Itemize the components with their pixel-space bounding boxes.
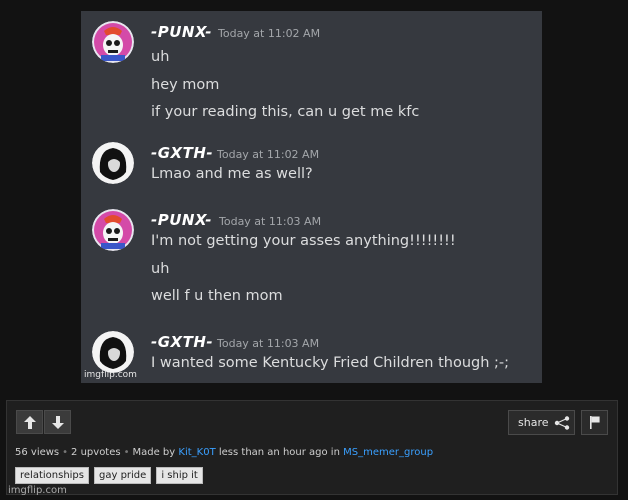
stream-link[interactable]: MS_memer_group bbox=[343, 447, 433, 458]
timestamp: Today at 11:03 AM bbox=[219, 215, 322, 228]
username: -PUNX- bbox=[151, 23, 212, 41]
post-time: less than an hour ago in bbox=[218, 447, 340, 458]
tag-gay-pride[interactable]: gay pride bbox=[94, 467, 152, 484]
views-count: 56 views bbox=[15, 447, 60, 458]
goth-avatar bbox=[92, 142, 134, 184]
message-line: hey mom bbox=[151, 77, 220, 93]
username: -GXTH- bbox=[151, 144, 214, 162]
timestamp: Today at 11:02 AM bbox=[218, 27, 321, 40]
skull-avatar bbox=[92, 21, 134, 63]
share-button[interactable]: share bbox=[508, 410, 575, 435]
goth-avatar bbox=[92, 331, 134, 373]
share-label: share bbox=[518, 416, 549, 429]
username: -PUNX- bbox=[151, 211, 212, 229]
timestamp: Today at 11:02 AM bbox=[217, 148, 320, 161]
arrow-down-icon bbox=[51, 415, 64, 429]
image-watermark: imgflip.com bbox=[84, 370, 137, 380]
flag-button[interactable] bbox=[581, 410, 608, 435]
message-line: uh bbox=[151, 49, 170, 65]
upvotes-count: 2 upvotes bbox=[71, 447, 121, 458]
upvote-button[interactable] bbox=[16, 410, 43, 434]
author-link[interactable]: Kit_K0T bbox=[178, 447, 215, 458]
message-line: if your reading this, can u get me kfc bbox=[151, 104, 420, 120]
arrow-up-icon bbox=[23, 415, 36, 429]
flag-icon bbox=[589, 416, 600, 429]
tag-i-ship-it[interactable]: i ship it bbox=[156, 467, 203, 484]
message-line: uh bbox=[151, 261, 170, 277]
tag-list: relationships gay pride i ship it bbox=[15, 467, 203, 484]
username: -GXTH- bbox=[151, 333, 214, 351]
tag-relationships[interactable]: relationships bbox=[15, 467, 89, 484]
share-icon bbox=[554, 415, 569, 430]
message-line: I wanted some Kentucky Fried Children th… bbox=[151, 355, 510, 371]
meme-meta: 56 views • 2 upvotes • Made by Kit_K0T less … bbox=[15, 447, 434, 458]
message-line: well f u then mom bbox=[151, 288, 283, 304]
skull-avatar bbox=[92, 209, 134, 251]
message-line: I'm not getting your asses anything!!!!!… bbox=[151, 233, 456, 249]
downvote-button[interactable] bbox=[44, 410, 71, 434]
meme-info-panel: share 56 views • 2 upvotes • Made by Kit_K0T… bbox=[6, 400, 618, 495]
timestamp: Today at 11:03 AM bbox=[217, 337, 320, 350]
footer-watermark: imgflip.com bbox=[8, 485, 67, 496]
made-by-label: Made by bbox=[132, 447, 176, 458]
message-line: Lmao and me as well? bbox=[151, 166, 313, 182]
meme-image: -PUNX- Today at 11:02 AM uh hey mom if y… bbox=[81, 11, 542, 383]
